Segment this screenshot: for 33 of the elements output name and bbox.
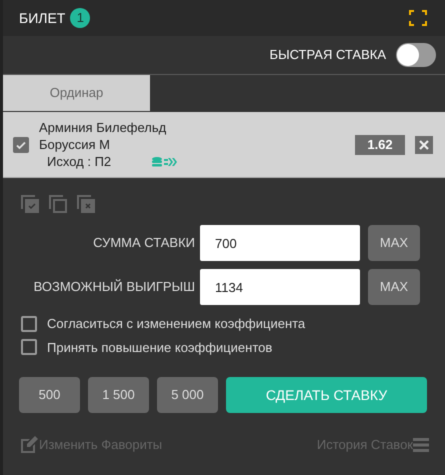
odds-badge: 1.62: [355, 134, 405, 154]
coins-arrow-icon: [151, 156, 178, 168]
menu-icon[interactable]: [413, 436, 429, 453]
option-label: Принять повышение коэффициентов: [47, 338, 272, 357]
expand-icon[interactable]: [409, 10, 427, 26]
close-button[interactable]: [415, 136, 433, 154]
max-button[interactable]: MAX: [368, 269, 420, 305]
amount-field[interactable]: 700: [200, 225, 360, 261]
max-button[interactable]: MAX: [368, 225, 420, 261]
copy-check-icon[interactable]: [21, 195, 39, 213]
bet-type-tab[interactable]: Ординар: [3, 75, 150, 111]
quick-amount-button[interactable]: 1 500: [88, 377, 149, 413]
edit-icon[interactable]: [21, 436, 39, 454]
quick-bet-toggle[interactable]: [396, 43, 436, 67]
team-name: Боруссия М: [39, 136, 111, 153]
quick-bet-label: БЫСТРАЯ СТАВКА: [270, 46, 386, 64]
copy-cross-icon[interactable]: [77, 195, 95, 213]
quick-amount-button[interactable]: 500: [19, 377, 80, 413]
place-bet-button[interactable]: СДЕЛАТЬ СТАВКУ: [226, 377, 427, 413]
copy-icon[interactable]: [49, 195, 67, 213]
quick-amount-button[interactable]: 5 000: [157, 377, 218, 413]
amount-field[interactable]: 1134: [200, 269, 360, 305]
checkbox[interactable]: [21, 339, 37, 356]
field-label: ВОЗМОЖНЫЙ ВЫИГРЫШ: [32, 278, 196, 296]
count-badge: 1: [70, 8, 90, 28]
option-label: Согласиться с изменением коэффициента: [47, 315, 306, 333]
outcome-label: Исход : П2: [47, 153, 112, 170]
checkbox[interactable]: [13, 136, 29, 152]
ticket-title: БИЛЕТ: [19, 8, 66, 28]
checkbox[interactable]: [21, 316, 37, 332]
field-label: СУММА СТАВКИ: [92, 234, 196, 252]
team-name: Арминия Билефельд: [39, 119, 168, 136]
close-icon: [418, 138, 430, 150]
